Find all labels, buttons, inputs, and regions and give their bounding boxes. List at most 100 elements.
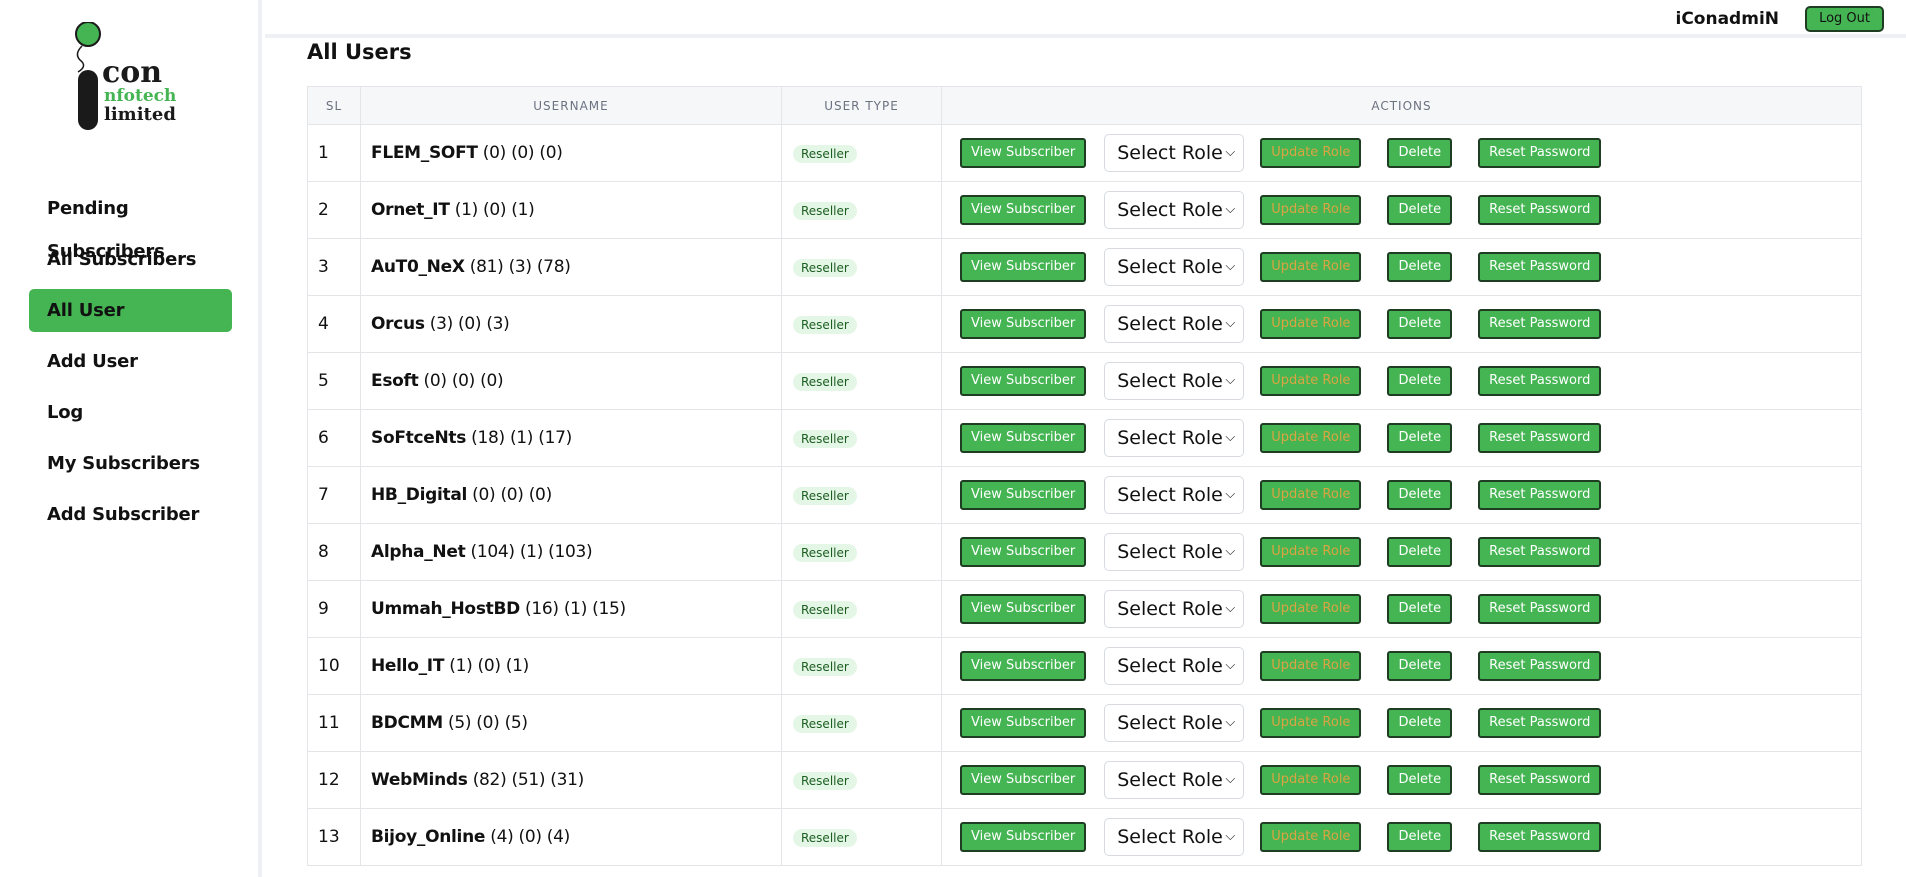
cell-username: BDCMM (5) (0) (5) [360, 694, 782, 752]
view-subscriber-button[interactable]: View Subscriber [960, 537, 1087, 567]
reset-password-button[interactable]: Reset Password [1478, 765, 1602, 795]
logo-text-limited: limited [104, 104, 176, 125]
update-role-button[interactable]: Update Role [1260, 480, 1362, 510]
view-subscriber-button[interactable]: View Subscriber [960, 480, 1087, 510]
cell-actions: View Subscriber Select Role ⌵ Update Role De… [941, 295, 1862, 353]
delete-button[interactable]: Delete [1387, 366, 1453, 396]
delete-button[interactable]: Delete [1387, 423, 1453, 453]
select-role-dropdown[interactable]: Select Role ⌵ [1104, 476, 1245, 514]
cell-username: Bijoy_Online (4) (0) (4) [360, 808, 782, 866]
sidebar-item-all-subscribers[interactable]: All Subscribers [29, 238, 232, 281]
update-role-button[interactable]: Update Role [1260, 822, 1362, 852]
update-role-button[interactable]: Update Role [1260, 765, 1362, 795]
update-role-button[interactable]: Update Role [1260, 594, 1362, 624]
delete-button[interactable]: Delete [1387, 651, 1453, 681]
reset-password-button[interactable]: Reset Password [1478, 480, 1602, 510]
view-subscriber-button[interactable]: View Subscriber [960, 594, 1087, 624]
chevron-down-icon: ⌵ [1225, 487, 1236, 502]
view-subscriber-button[interactable]: View Subscriber [960, 138, 1087, 168]
reset-password-button[interactable]: Reset Password [1478, 651, 1602, 681]
view-subscriber-button[interactable]: View Subscriber [960, 366, 1087, 396]
cell-sl: 1 [307, 124, 361, 182]
view-subscriber-button[interactable]: View Subscriber [960, 765, 1087, 795]
cell-actions: View Subscriber Select Role ⌵ Update Role De… [941, 808, 1862, 866]
username-counts: (4) (0) (4) [490, 827, 570, 847]
cell-actions: View Subscriber Select Role ⌵ Update Role De… [941, 580, 1862, 638]
update-role-button[interactable]: Update Role [1260, 708, 1362, 738]
cell-actions: View Subscriber Select Role ⌵ Update Role De… [941, 124, 1862, 182]
reset-password-button[interactable]: Reset Password [1478, 708, 1602, 738]
reset-password-button[interactable]: Reset Password [1478, 195, 1602, 225]
view-subscriber-button[interactable]: View Subscriber [960, 708, 1087, 738]
sidebar-item-log[interactable]: Log [29, 391, 232, 434]
reset-password-button[interactable]: Reset Password [1478, 822, 1602, 852]
select-role-dropdown[interactable]: Select Role ⌵ [1104, 647, 1245, 685]
delete-button[interactable]: Delete [1387, 309, 1453, 339]
delete-button[interactable]: Delete [1387, 195, 1453, 225]
update-role-button[interactable]: Update Role [1260, 309, 1362, 339]
table-row: 9 Ummah_HostBD (16) (1) (15) Reseller Vi… [307, 580, 1862, 638]
cell-username: Ornet_IT (1) (0) (1) [360, 181, 782, 239]
sidebar-item-add-subscriber[interactable]: Add Subscriber [29, 493, 232, 536]
select-role-dropdown[interactable]: Select Role ⌵ [1104, 761, 1245, 799]
table-row: 8 Alpha_Net (104) (1) (103) Reseller Vie… [307, 523, 1862, 581]
cell-user-type: Reseller [781, 637, 942, 695]
username-counts: (18) (1) (17) [471, 428, 572, 448]
update-role-button[interactable]: Update Role [1260, 366, 1362, 396]
username-counts: (104) (1) (103) [470, 542, 593, 562]
delete-button[interactable]: Delete [1387, 480, 1453, 510]
view-subscriber-button[interactable]: View Subscriber [960, 252, 1087, 282]
delete-button[interactable]: Delete [1387, 822, 1453, 852]
chevron-down-icon: ⌵ [1225, 601, 1236, 616]
sidebar-item-pending-subscribers[interactable]: Pending Subscribers [29, 187, 232, 262]
delete-button[interactable]: Delete [1387, 138, 1453, 168]
update-role-button[interactable]: Update Role [1260, 651, 1362, 681]
sidebar-item-my-subscribers[interactable]: My Subscribers [29, 442, 232, 485]
table-row: 6 SoFtceNts (18) (1) (17) Reseller View … [307, 409, 1862, 467]
select-role-dropdown[interactable]: Select Role ⌵ [1104, 248, 1245, 286]
reset-password-button[interactable]: Reset Password [1478, 366, 1602, 396]
select-role-dropdown[interactable]: Select Role ⌵ [1104, 191, 1245, 229]
delete-button[interactable]: Delete [1387, 537, 1453, 567]
select-role-dropdown[interactable]: Select Role ⌵ [1104, 362, 1245, 400]
update-role-button[interactable]: Update Role [1260, 423, 1362, 453]
reset-password-button[interactable]: Reset Password [1478, 423, 1602, 453]
select-role-dropdown[interactable]: Select Role ⌵ [1104, 818, 1245, 856]
reset-password-button[interactable]: Reset Password [1478, 138, 1602, 168]
delete-button[interactable]: Delete [1387, 594, 1453, 624]
table-row: 4 Orcus (3) (0) (3) Reseller View Subscr… [307, 295, 1862, 353]
cell-actions: View Subscriber Select Role ⌵ Update Role De… [941, 751, 1862, 809]
table-row: 2 Ornet_IT (1) (0) (1) Reseller View Sub… [307, 181, 1862, 239]
select-role-dropdown[interactable]: Select Role ⌵ [1104, 590, 1245, 628]
sidebar-item-add-user[interactable]: Add User [29, 340, 232, 383]
delete-button[interactable]: Delete [1387, 765, 1453, 795]
select-role-dropdown[interactable]: Select Role ⌵ [1104, 419, 1245, 457]
logout-button[interactable]: Log Out [1805, 6, 1884, 32]
update-role-button[interactable]: Update Role [1260, 537, 1362, 567]
view-subscriber-button[interactable]: View Subscriber [960, 309, 1087, 339]
cell-username: Orcus (3) (0) (3) [360, 295, 782, 353]
select-role-dropdown[interactable]: Select Role ⌵ [1104, 134, 1245, 172]
cell-sl: 8 [307, 523, 361, 581]
reset-password-button[interactable]: Reset Password [1478, 537, 1602, 567]
view-subscriber-button[interactable]: View Subscriber [960, 423, 1087, 453]
select-role-dropdown[interactable]: Select Role ⌵ [1104, 533, 1245, 571]
update-role-button[interactable]: Update Role [1260, 138, 1362, 168]
reset-password-button[interactable]: Reset Password [1478, 594, 1602, 624]
sidebar-item-all-user[interactable]: All User [29, 289, 232, 332]
delete-button[interactable]: Delete [1387, 708, 1453, 738]
username-text: WebMinds [371, 770, 468, 790]
user-type-badge: Reseller [793, 430, 857, 448]
update-role-button[interactable]: Update Role [1260, 252, 1362, 282]
update-role-button[interactable]: Update Role [1260, 195, 1362, 225]
delete-button[interactable]: Delete [1387, 252, 1453, 282]
select-role-dropdown[interactable]: Select Role ⌵ [1104, 305, 1245, 343]
view-subscriber-button[interactable]: View Subscriber [960, 651, 1087, 681]
select-role-dropdown[interactable]: Select Role ⌵ [1104, 704, 1245, 742]
view-subscriber-button[interactable]: View Subscriber [960, 195, 1087, 225]
reset-password-button[interactable]: Reset Password [1478, 252, 1602, 282]
username-counts: (82) (51) (31) [472, 770, 585, 790]
reset-password-button[interactable]: Reset Password [1478, 309, 1602, 339]
user-type-badge: Reseller [793, 544, 857, 562]
view-subscriber-button[interactable]: View Subscriber [960, 822, 1087, 852]
